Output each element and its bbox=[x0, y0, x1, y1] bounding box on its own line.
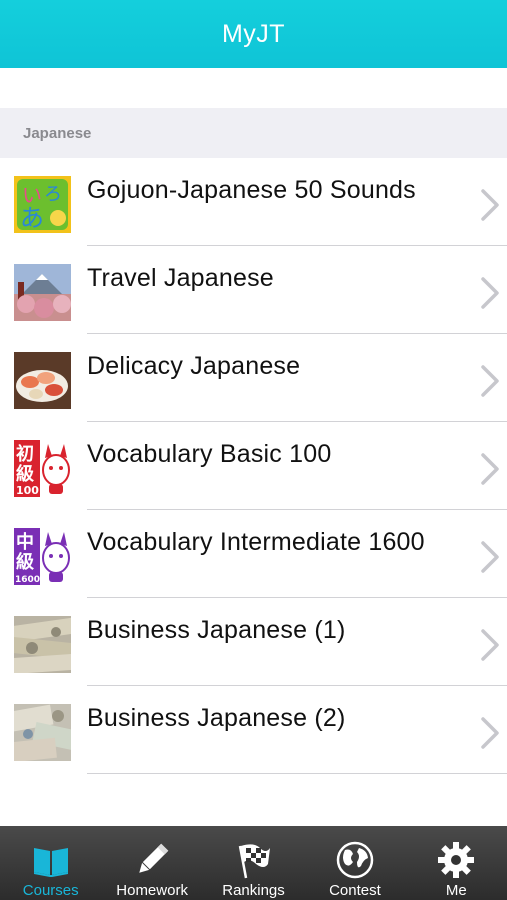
sushi-photo bbox=[14, 352, 71, 409]
vocab-basic-char-2: 級 bbox=[16, 463, 34, 485]
chevron-right-icon bbox=[481, 277, 499, 309]
vocab-basic-char-1: 初 bbox=[16, 443, 34, 465]
tab-label: Homework bbox=[116, 882, 188, 899]
tab-label: Me bbox=[445, 882, 467, 899]
banknotes-photo bbox=[14, 616, 71, 673]
course-label: Travel Japanese bbox=[87, 264, 274, 292]
book-icon bbox=[33, 848, 68, 877]
banknotes-photo bbox=[14, 704, 71, 761]
checkered-flag-icon bbox=[238, 844, 270, 879]
course-row-delicacy[interactable]: Delicacy Japanese bbox=[0, 334, 507, 422]
vocab-basic-number: 100 bbox=[16, 484, 39, 497]
app-title: MyJT bbox=[221, 19, 286, 48]
vocab-intermediate-char-2: 級 bbox=[16, 551, 34, 573]
course-label: Vocabulary Basic 100 bbox=[87, 440, 332, 468]
tab-rankings[interactable]: Rankings bbox=[203, 826, 304, 900]
tab-label: Courses bbox=[22, 882, 79, 899]
course-label: Vocabulary Intermediate 1600 bbox=[87, 528, 425, 556]
globe-icon bbox=[336, 841, 374, 879]
tab-label: Contest bbox=[329, 882, 381, 899]
tab-homework[interactable]: Homework bbox=[101, 826, 202, 900]
tab-bar: Courses Homework Rankings Contest Me bbox=[0, 826, 507, 900]
course-list: い ろ あ Gojuon-Japanese 50 Sounds Travel J… bbox=[0, 158, 507, 774]
course-row-business-2[interactable]: Business Japanese (2) bbox=[0, 686, 507, 774]
gojuon-icon: い ろ あ bbox=[14, 176, 71, 233]
nav-header: MyJT bbox=[0, 0, 507, 68]
course-row-vocab-intermediate[interactable]: 中 級 1600 Vocabulary Intermediate 1600 bbox=[0, 510, 507, 598]
course-row-gojuon[interactable]: い ろ あ Gojuon-Japanese 50 Sounds bbox=[0, 158, 507, 246]
vocab-intermediate-icon: 中 級 1600 bbox=[14, 528, 71, 585]
section-title: Japanese bbox=[23, 124, 92, 142]
course-row-vocab-basic[interactable]: 初 級 100 Vocabulary Basic 100 bbox=[0, 422, 507, 510]
tab-label: Rankings bbox=[222, 882, 285, 899]
course-label: Business Japanese (2) bbox=[87, 704, 346, 732]
course-row-travel[interactable]: Travel Japanese bbox=[0, 246, 507, 334]
chevron-right-icon bbox=[481, 189, 499, 221]
course-label: Business Japanese (1) bbox=[87, 616, 346, 644]
pencil-icon bbox=[139, 843, 169, 873]
vocab-intermediate-char-1: 中 bbox=[16, 531, 34, 553]
section-header: Japanese bbox=[0, 108, 507, 158]
chevron-right-icon bbox=[481, 541, 499, 573]
chevron-right-icon bbox=[481, 453, 499, 485]
course-label: Gojuon-Japanese 50 Sounds bbox=[87, 176, 416, 204]
vocab-basic-icon: 初 級 100 bbox=[14, 440, 71, 497]
course-row-business-1[interactable]: Business Japanese (1) bbox=[0, 598, 507, 686]
chevron-right-icon bbox=[481, 717, 499, 749]
chevron-right-icon bbox=[481, 629, 499, 661]
tab-courses[interactable]: Courses bbox=[0, 826, 101, 900]
course-label: Delicacy Japanese bbox=[87, 352, 301, 380]
chevron-right-icon bbox=[481, 365, 499, 397]
gojuon-char-3: あ bbox=[20, 204, 44, 232]
vocab-intermediate-number: 1600 bbox=[15, 575, 40, 585]
tab-contest[interactable]: Contest bbox=[304, 826, 405, 900]
row-separator bbox=[87, 772, 507, 774]
gojuon-char-2: ろ bbox=[44, 184, 62, 205]
gear-icon bbox=[438, 842, 475, 878]
tab-me[interactable]: Me bbox=[406, 826, 507, 900]
travel-photo bbox=[14, 264, 71, 321]
